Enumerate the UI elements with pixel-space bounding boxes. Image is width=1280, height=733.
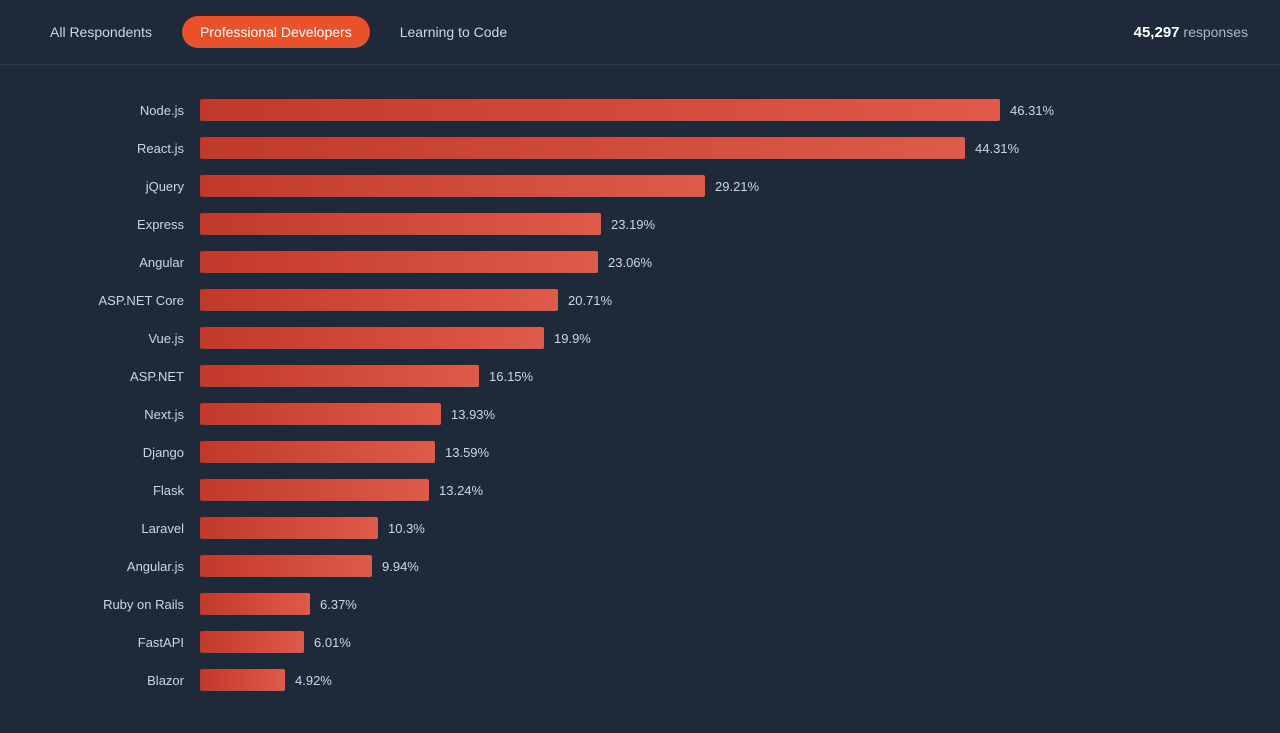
bar-row: Ruby on Rails 6.37% [0,589,1220,619]
bar-label: React.js [0,141,200,156]
bar-track: 16.15% [200,365,1220,387]
responses-number: 45,297 [1134,24,1180,41]
bar-row: ASP.NET 16.15% [0,361,1220,391]
bar-fill [200,365,479,387]
bar-row: Angular.js 9.94% [0,551,1220,581]
bar-track: 46.31% [200,99,1220,121]
bar-track: 44.31% [200,137,1220,159]
bar-track: 4.92% [200,669,1220,691]
bar-track: 13.93% [200,403,1220,425]
bar-track: 13.24% [200,479,1220,501]
bar-label: Angular [0,255,200,270]
bar-label: Flask [0,483,200,498]
bar-row: Flask 13.24% [0,475,1220,505]
bar-track: 19.9% [200,327,1220,349]
bar-value: 23.06% [608,255,652,270]
bar-track: 23.06% [200,251,1220,273]
bar-row: Laravel 10.3% [0,513,1220,543]
bar-fill [200,213,601,235]
bar-row: Next.js 13.93% [0,399,1220,429]
bar-value: 23.19% [611,217,655,232]
bar-label: Node.js [0,103,200,118]
bar-fill [200,137,965,159]
bar-row: Blazor 4.92% [0,665,1220,695]
bar-label: Vue.js [0,331,200,346]
bar-value: 16.15% [489,369,533,384]
tab-learning-to-code[interactable]: Learning to Code [382,16,525,48]
chart-container: Node.js 46.31% React.js 44.31% jQuery 29.21% E… [0,65,1280,733]
bar-value: 29.21% [715,179,759,194]
bar-row: FastAPI 6.01% [0,627,1220,657]
bar-track: 10.3% [200,517,1220,539]
bar-value: 13.59% [445,445,489,460]
bar-fill [200,251,598,273]
bar-label: Laravel [0,521,200,536]
bar-label: ASP.NET Core [0,293,200,308]
bar-value: 19.9% [554,331,591,346]
bar-track: 29.21% [200,175,1220,197]
bar-fill [200,441,435,463]
bar-fill [200,593,310,615]
bar-value: 9.94% [382,559,419,574]
bar-value: 6.01% [314,635,351,650]
bar-fill [200,631,304,653]
bars-container: Node.js 46.31% React.js 44.31% jQuery 29.21% E… [0,95,1220,703]
bar-track: 6.01% [200,631,1220,653]
bar-fill [200,403,441,425]
bar-label: FastAPI [0,635,200,650]
header: All Respondents Professional Developers Le… [0,0,1280,65]
bar-row: Express 23.19% [0,209,1220,239]
bar-value: 44.31% [975,141,1019,156]
bar-label: Express [0,217,200,232]
bar-fill [200,517,378,539]
bar-track: 23.19% [200,213,1220,235]
bar-label: ASP.NET [0,369,200,384]
bar-row: ASP.NET Core 20.71% [0,285,1220,315]
responses-label: responses [1183,24,1248,40]
bar-label: Django [0,445,200,460]
bar-row: jQuery 29.21% [0,171,1220,201]
bar-value: 46.31% [1010,103,1054,118]
bar-fill [200,289,558,311]
bar-value: 13.93% [451,407,495,422]
bar-track: 9.94% [200,555,1220,577]
tabs-container: All Respondents Professional Developers Le… [32,16,533,48]
bar-value: 4.92% [295,673,332,688]
bar-fill [200,99,1000,121]
tab-all-respondents[interactable]: All Respondents [32,16,170,48]
bar-label: Ruby on Rails [0,597,200,612]
bar-fill [200,327,544,349]
responses-count: 45,297 responses [1134,24,1248,41]
bar-track: 6.37% [200,593,1220,615]
bar-row: Angular 23.06% [0,247,1220,277]
bar-row: Django 13.59% [0,437,1220,467]
bar-label: Angular.js [0,559,200,574]
bar-row: Vue.js 19.9% [0,323,1220,353]
bar-label: Blazor [0,673,200,688]
bar-row: React.js 44.31% [0,133,1220,163]
bar-value: 20.71% [568,293,612,308]
bar-fill [200,175,705,197]
bar-label: jQuery [0,179,200,194]
bar-track: 20.71% [200,289,1220,311]
bar-fill [200,555,372,577]
bar-track: 13.59% [200,441,1220,463]
bar-value: 10.3% [388,521,425,536]
bar-fill [200,479,429,501]
bar-label: Next.js [0,407,200,422]
bar-value: 13.24% [439,483,483,498]
bar-row: Node.js 46.31% [0,95,1220,125]
bar-value: 6.37% [320,597,357,612]
bar-fill [200,669,285,691]
tab-professional-developers[interactable]: Professional Developers [182,16,370,48]
